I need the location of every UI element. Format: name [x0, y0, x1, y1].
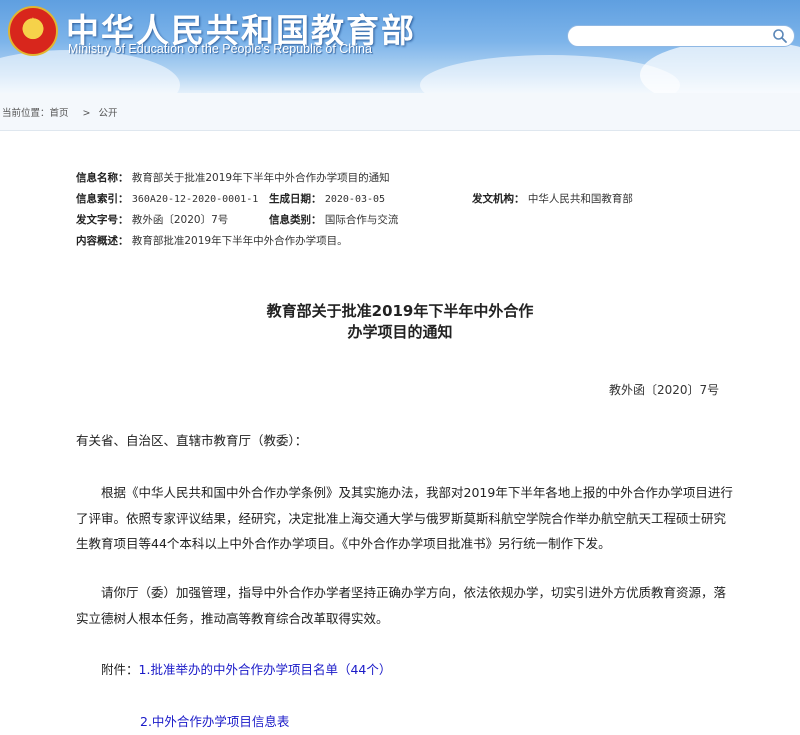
document-title-line1: 教育部关于批准2019年下半年中外合作: [266, 302, 534, 320]
search-input[interactable]: [578, 28, 767, 46]
attachment-link-2[interactable]: 2.中外合作办学项目信息表: [140, 714, 289, 729]
salutation: 有关省、自治区、直辖市教育厅（教委）：: [76, 433, 308, 448]
meta-label: 信息名称：: [76, 172, 129, 184]
document-title-line2: 办学项目的通知: [347, 323, 453, 341]
meta-label: 发文字号：: [76, 214, 129, 226]
meta-row-agency: 发文机构： 中华人民共和国教育部: [472, 191, 633, 206]
search-icon[interactable]: [772, 28, 788, 44]
meta-row-date: 生成日期： 2020-03-05: [269, 191, 385, 206]
meta-value: 国际合作与交流: [324, 214, 399, 226]
meta-row-summary: 内容概述： 教育部批准2019年下半年中外合作办学项目。: [76, 233, 348, 248]
breadcrumb-bar: 当前位置：首页 > 公开: [0, 93, 800, 130]
breadcrumb-separator: >: [82, 108, 91, 119]
body-paragraph-1: 根据《中华人民共和国中外合作办学条例》及其实施办法，我部对2019年下半年各地上…: [76, 485, 733, 551]
meta-label: 生成日期：: [269, 193, 322, 205]
attachment-label: 附件：: [101, 662, 139, 677]
breadcrumb-item-public[interactable]: 公开: [99, 108, 118, 119]
star-icon: ★: [24, 14, 42, 35]
meta-value: 2020-03-05: [324, 194, 386, 205]
meta-label: 内容概述：: [76, 235, 129, 247]
site-subtitle: Ministry of Education of the People's Re…: [68, 42, 372, 56]
header-cloud: [0, 50, 180, 93]
meta-row-docno: 发文字号： 教外函〔2020〕7号: [76, 212, 228, 227]
meta-row-category: 信息类别： 国际合作与交流: [269, 212, 398, 227]
document-number: 教外函〔2020〕7号: [609, 383, 720, 397]
search-box: [567, 25, 795, 47]
meta-row-name: 信息名称： 教育部关于批准2019年下半年中外合作办学项目的通知: [76, 170, 390, 185]
body-paragraph-2: 请你厅（委）加强管理，指导中外合作办学者坚持正确办学方向，依法依规办学，切实引进…: [76, 585, 727, 626]
meta-value: 360A20-12-2020-0001-1: [131, 194, 259, 205]
attachment-line-2: 2.中外合作办学项目信息表: [140, 709, 800, 735]
breadcrumb-prefix: 当前位置：: [2, 108, 50, 119]
site-header: ★ 中华人民共和国教育部 Ministry of Education of th…: [0, 0, 800, 93]
attachment-line-1: 附件：1.批准举办的中外合作办学项目名单（44个）: [101, 657, 761, 683]
header-cloud: [640, 40, 800, 93]
meta-value: 教育部批准2019年下半年中外合作办学项目。: [131, 235, 348, 247]
meta-row-index: 信息索引： 360A20-12-2020-0001-1: [76, 191, 258, 206]
meta-value: 教外函〔2020〕7号: [131, 214, 229, 226]
meta-label: 信息索引：: [76, 193, 129, 205]
breadcrumb-item-home[interactable]: 首页: [50, 108, 69, 119]
meta-label: 信息类别：: [269, 214, 322, 226]
meta-label: 发文机构：: [472, 193, 525, 205]
breadcrumb: 当前位置：首页 > 公开: [2, 105, 124, 119]
attachment-link-1[interactable]: 1.批准举办的中外合作办学项目名单（44个）: [139, 662, 392, 677]
meta-value: 教育部关于批准2019年下半年中外合作办学项目的通知: [131, 172, 390, 184]
meta-value: 中华人民共和国教育部: [527, 193, 633, 205]
national-emblem-logo: ★: [8, 6, 58, 56]
